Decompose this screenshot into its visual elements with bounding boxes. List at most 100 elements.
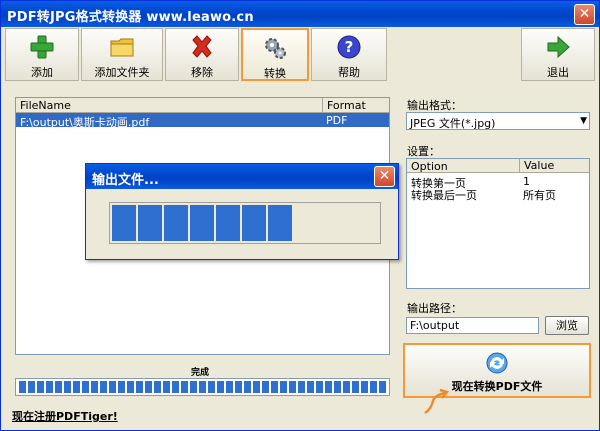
window-title: PDF转JPG格式转换器 www.leawo.cn [7,10,254,25]
dialog-progress-bar [109,202,381,244]
status-done-label: 完成 [191,368,210,378]
main-window: PDF转JPG格式转换器 www.leawo.cn ✕ 添加 添加文件夹 移除 [0,0,600,431]
output-format-select[interactable]: JPEG 文件(*.jpg) ▼ [406,112,590,130]
setting-value[interactable]: 所有页 [523,187,556,203]
title-bar[interactable]: PDF转JPG格式转换器 www.leawo.cn ✕ [1,1,599,27]
progress-segment [289,381,296,393]
progress-segment [199,381,206,393]
column-option: Option [411,160,448,173]
remove-button[interactable]: 移除 [165,28,239,81]
table-row[interactable]: 转换第一页 1 [407,175,589,190]
progress-segment [145,381,152,393]
browse-button[interactable]: 浏览 [545,316,589,335]
output-progress-dialog: 输出文件... ✕ [85,163,399,260]
progress-segment [242,205,266,241]
progress-segment [352,381,359,393]
progress-segment [361,381,368,393]
settings-header: Option Value [407,159,589,173]
progress-segment [37,381,44,393]
dialog-title-bar[interactable]: 输出文件... ✕ [86,164,398,189]
progress-segment [217,381,224,393]
file-list-header: FileName Format [16,98,389,113]
progress-segment [298,381,305,393]
register-link[interactable]: 现在注册PDFTiger! [12,408,118,424]
dropdown-arrow-icon[interactable]: ▼ [580,116,587,126]
progress-segment [268,205,292,241]
progress-segment [280,381,287,393]
progress-segment [208,381,215,393]
table-row[interactable]: F:\output\奥斯卡动画.pdf PDF [16,113,389,129]
close-button[interactable]: ✕ [574,4,595,25]
output-format-value: JPEG 文件(*.jpg) [410,117,496,130]
help-button[interactable]: ? 帮助 [311,28,387,81]
output-path-field[interactable] [406,317,539,334]
svg-text:?: ? [345,38,354,56]
settings-table[interactable]: Option Value 转换第一页 1 转换最后一页 所有页 [406,158,590,289]
progress-segment [127,381,134,393]
add-label: 添加 [31,66,53,79]
folder-icon [110,38,134,57]
main-progress-bar [15,378,390,396]
progress-segment [73,381,80,393]
progress-segment [164,205,188,241]
dialog-close-button[interactable]: ✕ [374,166,395,187]
progress-segment [172,381,179,393]
exit-label: 退出 [547,66,569,79]
convert-label: 转换 [264,67,286,80]
column-filename[interactable]: FileName [20,99,71,112]
progress-segment [64,381,71,393]
remove-x-icon [192,35,212,58]
progress-segment [100,381,107,393]
convert-refresh-icon [486,352,508,374]
output-path-input[interactable] [407,318,533,333]
progress-segment [244,381,251,393]
progress-segment [154,381,161,393]
add-folder-label: 添加文件夹 [94,66,150,79]
file-format-cell: PDF [326,114,348,127]
progress-segment [91,381,98,393]
column-format[interactable]: Format [322,98,366,113]
progress-segment [343,381,350,393]
progress-segment [379,381,386,393]
pointer-arrow-icon [424,388,450,415]
progress-segment [216,205,240,241]
settings-label: 设置： [407,145,440,158]
progress-segment [118,381,125,393]
progress-segment [190,205,214,241]
toolbar: 添加 添加文件夹 移除 转换 ? 帮助 退出 [5,28,595,82]
help-label: 帮助 [338,66,360,79]
progress-segment [334,381,341,393]
convert-now-label: 现在转换PDF文件 [451,380,543,393]
progress-segment [226,381,233,393]
exit-arrow-icon [547,35,570,59]
progress-segment [109,381,116,393]
file-name-cell: F:\output\奥斯卡动画.pdf [20,116,150,129]
progress-segment [316,381,323,393]
progress-segment [112,205,136,241]
output-path-label: 输出路径： [407,302,462,315]
add-icon [30,35,54,59]
dialog-title: 输出文件... [92,173,159,188]
output-format-label: 输出格式： [407,99,462,112]
progress-segment [163,381,170,393]
help-question-icon: ? [337,35,361,59]
add-folder-button[interactable]: 添加文件夹 [81,28,163,81]
progress-segment [370,381,377,393]
progress-segment [235,381,242,393]
progress-segment [28,381,35,393]
progress-segment [55,381,62,393]
gears-icon [265,38,286,59]
progress-segment [19,381,26,393]
setting-option: 转换最后一页 [411,189,477,202]
progress-segment [136,381,143,393]
progress-segment [262,381,269,393]
progress-segment [253,381,260,393]
convert-button[interactable]: 转换 [241,28,309,81]
table-row[interactable]: 转换最后一页 所有页 [407,187,589,202]
exit-button[interactable]: 退出 [521,28,595,81]
progress-segment [82,381,89,393]
add-button[interactable]: 添加 [5,28,79,81]
progress-segment [190,381,197,393]
progress-segment [307,381,314,393]
column-value: Value [519,159,554,173]
